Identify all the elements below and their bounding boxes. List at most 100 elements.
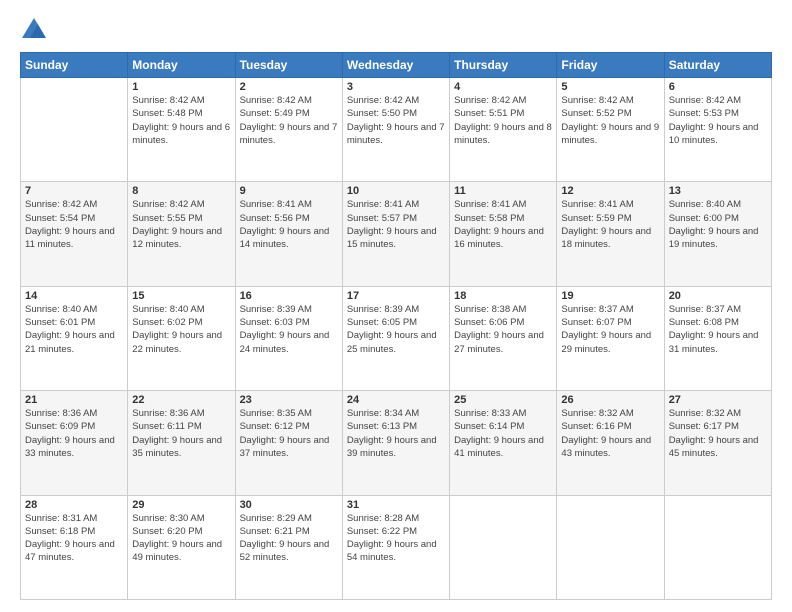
logo: [20, 16, 52, 44]
day-number: 21: [25, 394, 123, 406]
calendar-cell: 21Sunrise: 8:36 AMSunset: 6:09 PMDayligh…: [21, 391, 128, 495]
day-number: 24: [347, 394, 445, 406]
calendar-week-4: 28Sunrise: 8:31 AMSunset: 6:18 PMDayligh…: [21, 495, 772, 599]
day-number: 25: [454, 394, 552, 406]
calendar-cell: 3Sunrise: 8:42 AMSunset: 5:50 PMDaylight…: [342, 78, 449, 182]
day-info: Sunrise: 8:40 AMSunset: 6:01 PMDaylight:…: [25, 303, 123, 356]
day-info: Sunrise: 8:37 AMSunset: 6:08 PMDaylight:…: [669, 303, 767, 356]
calendar-cell: 17Sunrise: 8:39 AMSunset: 6:05 PMDayligh…: [342, 286, 449, 390]
day-number: 8: [132, 185, 230, 197]
calendar-week-2: 14Sunrise: 8:40 AMSunset: 6:01 PMDayligh…: [21, 286, 772, 390]
day-info: Sunrise: 8:42 AMSunset: 5:52 PMDaylight:…: [561, 94, 659, 147]
calendar-header-sunday: Sunday: [21, 53, 128, 78]
day-number: 14: [25, 290, 123, 302]
calendar-header-tuesday: Tuesday: [235, 53, 342, 78]
calendar-cell: [450, 495, 557, 599]
day-number: 28: [25, 499, 123, 511]
day-number: 1: [132, 81, 230, 93]
day-number: 5: [561, 81, 659, 93]
calendar: SundayMondayTuesdayWednesdayThursdayFrid…: [20, 52, 772, 600]
calendar-cell: 14Sunrise: 8:40 AMSunset: 6:01 PMDayligh…: [21, 286, 128, 390]
day-number: 15: [132, 290, 230, 302]
day-number: 23: [240, 394, 338, 406]
calendar-cell: [21, 78, 128, 182]
day-number: 30: [240, 499, 338, 511]
day-info: Sunrise: 8:38 AMSunset: 6:06 PMDaylight:…: [454, 303, 552, 356]
calendar-cell: 26Sunrise: 8:32 AMSunset: 6:16 PMDayligh…: [557, 391, 664, 495]
calendar-cell: 15Sunrise: 8:40 AMSunset: 6:02 PMDayligh…: [128, 286, 235, 390]
day-info: Sunrise: 8:41 AMSunset: 5:58 PMDaylight:…: [454, 198, 552, 251]
day-info: Sunrise: 8:28 AMSunset: 6:22 PMDaylight:…: [347, 512, 445, 565]
day-number: 27: [669, 394, 767, 406]
day-number: 13: [669, 185, 767, 197]
calendar-cell: 22Sunrise: 8:36 AMSunset: 6:11 PMDayligh…: [128, 391, 235, 495]
calendar-header-wednesday: Wednesday: [342, 53, 449, 78]
day-number: 31: [347, 499, 445, 511]
day-info: Sunrise: 8:31 AMSunset: 6:18 PMDaylight:…: [25, 512, 123, 565]
day-info: Sunrise: 8:33 AMSunset: 6:14 PMDaylight:…: [454, 407, 552, 460]
calendar-cell: 23Sunrise: 8:35 AMSunset: 6:12 PMDayligh…: [235, 391, 342, 495]
calendar-cell: 12Sunrise: 8:41 AMSunset: 5:59 PMDayligh…: [557, 182, 664, 286]
day-info: Sunrise: 8:40 AMSunset: 6:02 PMDaylight:…: [132, 303, 230, 356]
day-info: Sunrise: 8:39 AMSunset: 6:05 PMDaylight:…: [347, 303, 445, 356]
day-info: Sunrise: 8:30 AMSunset: 6:20 PMDaylight:…: [132, 512, 230, 565]
calendar-header-row: SundayMondayTuesdayWednesdayThursdayFrid…: [21, 53, 772, 78]
calendar-cell: 5Sunrise: 8:42 AMSunset: 5:52 PMDaylight…: [557, 78, 664, 182]
calendar-week-1: 7Sunrise: 8:42 AMSunset: 5:54 PMDaylight…: [21, 182, 772, 286]
calendar-cell: 19Sunrise: 8:37 AMSunset: 6:07 PMDayligh…: [557, 286, 664, 390]
day-info: Sunrise: 8:40 AMSunset: 6:00 PMDaylight:…: [669, 198, 767, 251]
day-info: Sunrise: 8:37 AMSunset: 6:07 PMDaylight:…: [561, 303, 659, 356]
day-info: Sunrise: 8:42 AMSunset: 5:48 PMDaylight:…: [132, 94, 230, 147]
day-number: 29: [132, 499, 230, 511]
calendar-header-thursday: Thursday: [450, 53, 557, 78]
day-info: Sunrise: 8:42 AMSunset: 5:51 PMDaylight:…: [454, 94, 552, 147]
day-number: 6: [669, 81, 767, 93]
day-number: 7: [25, 185, 123, 197]
day-info: Sunrise: 8:29 AMSunset: 6:21 PMDaylight:…: [240, 512, 338, 565]
day-number: 11: [454, 185, 552, 197]
calendar-cell: 13Sunrise: 8:40 AMSunset: 6:00 PMDayligh…: [664, 182, 771, 286]
day-info: Sunrise: 8:35 AMSunset: 6:12 PMDaylight:…: [240, 407, 338, 460]
calendar-week-3: 21Sunrise: 8:36 AMSunset: 6:09 PMDayligh…: [21, 391, 772, 495]
calendar-cell: 30Sunrise: 8:29 AMSunset: 6:21 PMDayligh…: [235, 495, 342, 599]
calendar-cell: 10Sunrise: 8:41 AMSunset: 5:57 PMDayligh…: [342, 182, 449, 286]
calendar-cell: 7Sunrise: 8:42 AMSunset: 5:54 PMDaylight…: [21, 182, 128, 286]
calendar-cell: [557, 495, 664, 599]
calendar-cell: 24Sunrise: 8:34 AMSunset: 6:13 PMDayligh…: [342, 391, 449, 495]
day-info: Sunrise: 8:39 AMSunset: 6:03 PMDaylight:…: [240, 303, 338, 356]
day-number: 4: [454, 81, 552, 93]
day-info: Sunrise: 8:41 AMSunset: 5:59 PMDaylight:…: [561, 198, 659, 251]
calendar-week-0: 1Sunrise: 8:42 AMSunset: 5:48 PMDaylight…: [21, 78, 772, 182]
day-number: 17: [347, 290, 445, 302]
day-number: 3: [347, 81, 445, 93]
calendar-cell: 29Sunrise: 8:30 AMSunset: 6:20 PMDayligh…: [128, 495, 235, 599]
page: SundayMondayTuesdayWednesdayThursdayFrid…: [0, 0, 792, 612]
calendar-header-monday: Monday: [128, 53, 235, 78]
calendar-cell: 16Sunrise: 8:39 AMSunset: 6:03 PMDayligh…: [235, 286, 342, 390]
day-info: Sunrise: 8:36 AMSunset: 6:11 PMDaylight:…: [132, 407, 230, 460]
calendar-cell: 28Sunrise: 8:31 AMSunset: 6:18 PMDayligh…: [21, 495, 128, 599]
day-number: 10: [347, 185, 445, 197]
calendar-cell: 6Sunrise: 8:42 AMSunset: 5:53 PMDaylight…: [664, 78, 771, 182]
day-number: 22: [132, 394, 230, 406]
day-number: 19: [561, 290, 659, 302]
day-info: Sunrise: 8:34 AMSunset: 6:13 PMDaylight:…: [347, 407, 445, 460]
day-number: 26: [561, 394, 659, 406]
calendar-cell: 4Sunrise: 8:42 AMSunset: 5:51 PMDaylight…: [450, 78, 557, 182]
calendar-cell: 11Sunrise: 8:41 AMSunset: 5:58 PMDayligh…: [450, 182, 557, 286]
day-info: Sunrise: 8:42 AMSunset: 5:53 PMDaylight:…: [669, 94, 767, 147]
calendar-cell: 25Sunrise: 8:33 AMSunset: 6:14 PMDayligh…: [450, 391, 557, 495]
header: [20, 16, 772, 44]
day-info: Sunrise: 8:32 AMSunset: 6:17 PMDaylight:…: [669, 407, 767, 460]
day-info: Sunrise: 8:41 AMSunset: 5:57 PMDaylight:…: [347, 198, 445, 251]
day-info: Sunrise: 8:32 AMSunset: 6:16 PMDaylight:…: [561, 407, 659, 460]
calendar-cell: 9Sunrise: 8:41 AMSunset: 5:56 PMDaylight…: [235, 182, 342, 286]
calendar-cell: 8Sunrise: 8:42 AMSunset: 5:55 PMDaylight…: [128, 182, 235, 286]
day-number: 2: [240, 81, 338, 93]
calendar-cell: 18Sunrise: 8:38 AMSunset: 6:06 PMDayligh…: [450, 286, 557, 390]
calendar-cell: 31Sunrise: 8:28 AMSunset: 6:22 PMDayligh…: [342, 495, 449, 599]
day-number: 12: [561, 185, 659, 197]
day-info: Sunrise: 8:42 AMSunset: 5:55 PMDaylight:…: [132, 198, 230, 251]
day-info: Sunrise: 8:41 AMSunset: 5:56 PMDaylight:…: [240, 198, 338, 251]
calendar-cell: 1Sunrise: 8:42 AMSunset: 5:48 PMDaylight…: [128, 78, 235, 182]
